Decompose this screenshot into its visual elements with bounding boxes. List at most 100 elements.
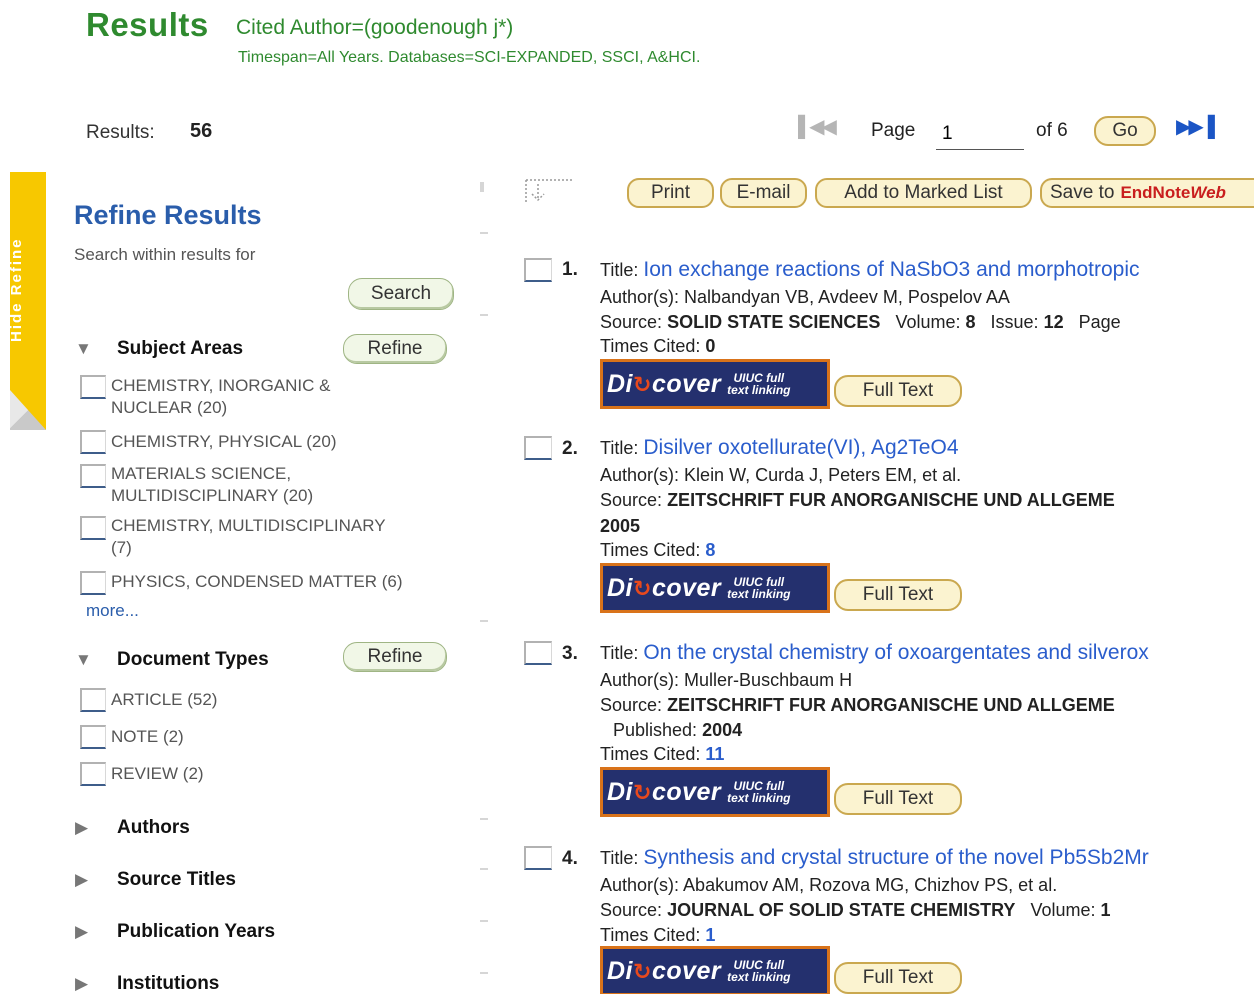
triangle-right-icon: ▶ bbox=[75, 974, 89, 993]
more-link[interactable]: more... bbox=[86, 601, 139, 621]
page-label: Page bbox=[871, 120, 916, 141]
page-total: of 6 bbox=[1036, 120, 1068, 141]
document-types-toggle[interactable]: ▼ Document Types bbox=[75, 649, 269, 671]
email-button[interactable]: E-mail bbox=[720, 178, 807, 208]
subject-areas-toggle[interactable]: ▼ Subject Areas bbox=[75, 338, 243, 360]
page-title: Results bbox=[86, 6, 209, 43]
record-source: Source: JOURNAL OF SOLID STATE CHEMISTRY… bbox=[600, 900, 1111, 920]
record-title-link[interactable]: On the crystal chemistry of oxoargentate… bbox=[643, 641, 1148, 664]
first-page-icon[interactable]: ▌◀◀ bbox=[798, 114, 837, 139]
institutions-toggle[interactable]: ▶ Institutions bbox=[75, 973, 219, 994]
divider-mark bbox=[480, 972, 488, 974]
record-checkbox[interactable] bbox=[524, 641, 552, 665]
record-title-link[interactable]: Disilver oxotellurate(VI), Ag2TeO4 bbox=[643, 436, 958, 459]
times-cited-link[interactable]: 1 bbox=[705, 925, 715, 945]
timespan-info: Timespan=All Years. Databases=SCI-EXPAND… bbox=[238, 49, 701, 66]
discover-link[interactable]: Di↻cover UIUC full text linking bbox=[600, 359, 830, 409]
record-times-cited: Times Cited: 0 bbox=[600, 336, 716, 356]
source-titles-toggle[interactable]: ▶ Source Titles bbox=[75, 869, 236, 891]
refine-subject-button[interactable]: Refine bbox=[343, 334, 447, 364]
select-page-icon[interactable] bbox=[524, 176, 576, 206]
record-source: Source: SOLID STATE SCIENCES Volume: 8 I… bbox=[600, 312, 1121, 332]
discover-link[interactable]: Di↻cover UIUC full text linking bbox=[600, 946, 830, 994]
print-button[interactable]: Print bbox=[627, 178, 714, 208]
search-within-label: Search within results for bbox=[74, 245, 256, 264]
record-times-cited: Times Cited: 11 bbox=[600, 744, 725, 764]
facet-label: CHEMISTRY, INORGANIC & NUCLEAR (20) bbox=[111, 376, 331, 417]
facet-label: MATERIALS SCIENCE, MULTIDISCIPLINARY (20) bbox=[111, 464, 314, 505]
divider-mark bbox=[480, 868, 488, 870]
divider-mark bbox=[480, 818, 488, 820]
authors-toggle[interactable]: ▶ Authors bbox=[75, 817, 190, 839]
document-types-heading: Document Types bbox=[117, 649, 269, 670]
record-source: Source: ZEITSCHRIFT FUR ANORGANISCHE UND… bbox=[600, 490, 1115, 510]
times-cited-link[interactable]: 11 bbox=[705, 744, 724, 764]
record-checkbox[interactable] bbox=[524, 258, 552, 282]
divider-mark bbox=[480, 314, 488, 316]
facet-label: CHEMISTRY, PHYSICAL (20) bbox=[111, 432, 337, 451]
subject-areas-heading: Subject Areas bbox=[117, 338, 244, 359]
triangle-right-icon: ▶ bbox=[75, 818, 89, 837]
record-number: 1. bbox=[562, 259, 578, 280]
discover-logo-icon: ↻ bbox=[633, 371, 652, 397]
record-authors: Author(s): Abakumov AM, Rozova MG, Chizh… bbox=[600, 875, 1058, 895]
record-authors: Author(s): Nalbandyan VB, Avdeev M, Posp… bbox=[600, 287, 1010, 307]
search-button[interactable]: Search bbox=[348, 278, 454, 310]
record-title-line: Title: Ion exchange reactions of NaSbO3 … bbox=[600, 258, 1140, 281]
record-title-link[interactable]: Synthesis and crystal structure of the n… bbox=[643, 846, 1148, 869]
facet-label: NOTE (2) bbox=[111, 727, 184, 746]
facet-checkbox[interactable] bbox=[80, 725, 106, 749]
refine-results-heading: Refine Results bbox=[74, 200, 262, 230]
save-to-endnote-button[interactable]: Save to EndNote Web bbox=[1040, 178, 1254, 208]
facet-checkbox[interactable] bbox=[80, 516, 106, 540]
facet-checkbox[interactable] bbox=[80, 375, 106, 399]
facet-checkbox[interactable] bbox=[80, 430, 106, 454]
hide-refine-label[interactable]: Hide Refine bbox=[8, 237, 25, 342]
discover-link[interactable]: Di↻cover UIUC full text linking bbox=[600, 767, 830, 817]
full-text-button[interactable]: Full Text bbox=[834, 375, 962, 407]
record-title-line: Title: On the crystal chemistry of oxoar… bbox=[600, 641, 1149, 664]
section-heading: Source Titles bbox=[117, 869, 236, 890]
record-times-cited: Times Cited: 8 bbox=[600, 540, 716, 560]
times-cited-link[interactable]: 8 bbox=[705, 540, 715, 560]
record-number: 4. bbox=[562, 848, 578, 869]
publication-years-toggle[interactable]: ▶ Publication Years bbox=[75, 921, 275, 943]
divider-mark bbox=[480, 232, 488, 234]
go-button[interactable]: Go bbox=[1094, 116, 1156, 146]
section-heading: Institutions bbox=[117, 973, 220, 994]
record-authors: Author(s): Muller-Buschbaum H bbox=[600, 670, 853, 690]
record-checkbox[interactable] bbox=[524, 846, 552, 870]
divider-mark bbox=[480, 182, 484, 192]
record-published: Published: 2004 bbox=[613, 720, 743, 740]
full-text-button[interactable]: Full Text bbox=[834, 579, 962, 611]
full-text-button[interactable]: Full Text bbox=[834, 783, 962, 815]
record-title-line: Title: Disilver oxotellurate(VI), Ag2TeO… bbox=[600, 436, 959, 459]
record-source: Source: ZEITSCHRIFT FUR ANORGANISCHE UND… bbox=[600, 695, 1115, 715]
facet-checkbox[interactable] bbox=[80, 571, 106, 595]
record-authors: Author(s): Klein W, Curda J, Peters EM, … bbox=[600, 465, 962, 485]
refine-doctype-button[interactable]: Refine bbox=[343, 642, 447, 672]
facet-checkbox[interactable] bbox=[80, 688, 106, 712]
divider-mark bbox=[480, 620, 488, 622]
page-number-input[interactable] bbox=[936, 118, 1024, 150]
record-number: 2. bbox=[562, 438, 578, 459]
divider-mark bbox=[480, 920, 488, 922]
record-title-line: Title: Synthesis and crystal structure o… bbox=[600, 846, 1149, 869]
discover-logo-icon: ↻ bbox=[633, 779, 652, 805]
section-heading: Publication Years bbox=[117, 921, 276, 942]
facet-checkbox[interactable] bbox=[80, 464, 106, 488]
facet-label: ARTICLE (52) bbox=[111, 690, 218, 709]
record-checkbox[interactable] bbox=[524, 436, 552, 460]
endnote-web-label: Web bbox=[1190, 183, 1226, 202]
search-query: Cited Author=(goodenough j*) bbox=[236, 16, 514, 39]
facet-checkbox[interactable] bbox=[80, 762, 106, 786]
discover-link[interactable]: Di↻cover UIUC full text linking bbox=[600, 563, 830, 613]
record-title-link[interactable]: Ion exchange reactions of NaSbO3 and mor… bbox=[643, 258, 1139, 281]
full-text-button[interactable]: Full Text bbox=[834, 962, 962, 994]
next-page-icon[interactable]: ▶▶▐ bbox=[1176, 114, 1215, 139]
add-to-marked-list-button[interactable]: Add to Marked List bbox=[815, 178, 1032, 208]
facet-label: PHYSICS, CONDENSED MATTER (6) bbox=[111, 572, 403, 591]
facet-label: REVIEW (2) bbox=[111, 764, 204, 783]
record-source-year: 2005 bbox=[600, 516, 641, 536]
discover-logo-icon: ↻ bbox=[633, 575, 652, 601]
